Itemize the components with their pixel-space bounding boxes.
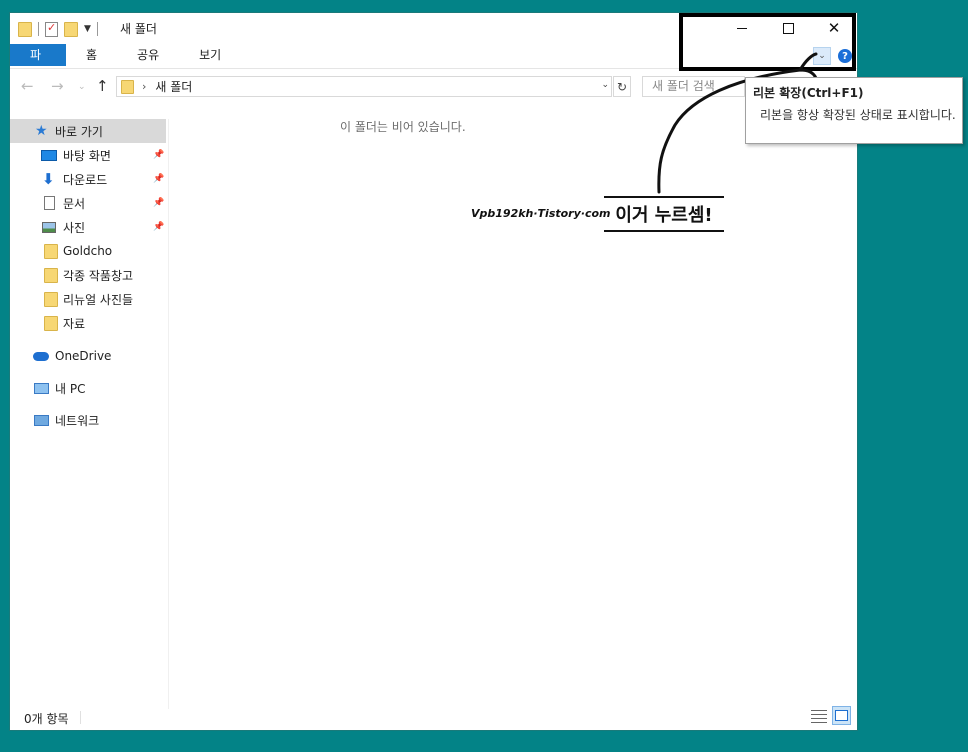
empty-folder-message: 이 폴더는 비어 있습니다. bbox=[340, 120, 466, 134]
folder-icon bbox=[18, 21, 32, 37]
ribbon-expand-tooltip: 리본 확장(Ctrl+F1) 리본을 항상 확장된 상태로 표시합니다. bbox=[745, 77, 963, 144]
up-arrow-icon[interactable]: ↑ bbox=[96, 77, 109, 95]
title-bar: ▼ 새 폴더 ✕ bbox=[10, 13, 857, 43]
pin-icon: 📌 bbox=[153, 150, 165, 160]
forward-arrow-icon[interactable]: → bbox=[51, 77, 64, 95]
sidebar-item-works[interactable]: 각종 작품창고 bbox=[10, 263, 166, 287]
sidebar-item-goldcho[interactable]: Goldcho bbox=[10, 239, 166, 263]
sidebar-item-downloads[interactable]: ⬇ 다운로드 📌 bbox=[10, 167, 166, 191]
watermark-text: Vpb192kh·Tistory·com bbox=[471, 207, 611, 220]
address-bar[interactable]: › 새 폴더 ⌄ bbox=[116, 76, 612, 97]
ribbon-tabs: 파일 홈 공유 보기 bbox=[10, 44, 241, 84]
cloud-icon bbox=[33, 351, 49, 361]
sidebar-item-this-pc[interactable]: 내 PC bbox=[10, 376, 166, 400]
pin-icon: 📌 bbox=[153, 222, 165, 232]
download-icon: ⬇ bbox=[42, 170, 55, 188]
pin-icon: 📌 bbox=[153, 174, 165, 184]
sidebar-item-label: 사진 bbox=[63, 220, 86, 235]
sidebar-item-materials[interactable]: 자료 bbox=[10, 311, 166, 335]
large-icons-icon bbox=[835, 710, 848, 721]
details-view-button[interactable] bbox=[811, 708, 827, 724]
sidebar-item-label: Goldcho bbox=[63, 244, 113, 258]
sidebar-item-network[interactable]: 네트워크 bbox=[10, 408, 166, 432]
breadcrumb[interactable]: 새 폴더 bbox=[155, 78, 192, 95]
maximize-button[interactable] bbox=[765, 13, 811, 43]
sidebar-item-pictures[interactable]: 사진 📌 bbox=[10, 215, 166, 239]
large-icons-view-button[interactable] bbox=[832, 706, 851, 725]
close-button[interactable]: ✕ bbox=[811, 13, 857, 43]
status-bar: 0개 항목 bbox=[10, 703, 857, 730]
refresh-button[interactable]: ↻ bbox=[613, 76, 631, 97]
expand-ribbon-button[interactable]: ⌄ bbox=[813, 47, 831, 65]
window-title: 새 폴더 bbox=[120, 22, 157, 36]
toolbar-separator bbox=[96, 22, 98, 36]
pc-icon bbox=[34, 382, 49, 394]
tooltip-title: 리본 확장(Ctrl+F1) bbox=[753, 86, 864, 100]
sidebar-item-label: 자료 bbox=[63, 316, 86, 331]
folder-icon bbox=[44, 243, 58, 259]
star-icon: ★ bbox=[35, 123, 48, 139]
ribbon-divider bbox=[10, 68, 857, 69]
tab-home[interactable]: 홈 bbox=[66, 44, 117, 66]
sidebar-item-label: 바로 가기 bbox=[55, 124, 103, 139]
address-dropdown-icon[interactable]: ⌄ bbox=[601, 80, 609, 90]
quick-access-toolbar: ▼ bbox=[18, 20, 98, 38]
sidebar-item-label: 각종 작품창고 bbox=[63, 268, 134, 283]
file-explorer-window: ▼ 새 폴더 ✕ 파일 홈 공유 보기 ⌄ ? ← → ⌄ ↑ › 새 폴더 ⌄… bbox=[10, 13, 857, 730]
sidebar-item-documents[interactable]: 문서 📌 bbox=[10, 191, 166, 215]
tab-file[interactable]: 파일 bbox=[10, 44, 66, 84]
properties-icon[interactable] bbox=[45, 21, 58, 37]
chevron-down-icon: ⌄ bbox=[818, 51, 826, 61]
annotation-callout: 이거 누르셈! bbox=[604, 196, 724, 232]
sidebar-item-desktop[interactable]: 바탕 화면 📌 bbox=[10, 143, 166, 167]
breadcrumb-chevron-icon[interactable]: › bbox=[142, 80, 146, 93]
sidebar-item-label: 문서 bbox=[63, 196, 86, 211]
document-icon bbox=[44, 196, 55, 210]
tooltip-description: 리본을 항상 확장된 상태로 표시합니다. bbox=[760, 108, 956, 122]
minimize-icon bbox=[737, 27, 747, 29]
desktop-icon bbox=[41, 149, 57, 161]
refresh-icon: ↻ bbox=[616, 79, 628, 94]
back-arrow-icon[interactable]: ← bbox=[21, 77, 34, 95]
network-icon bbox=[34, 414, 49, 426]
sidebar-item-onedrive[interactable]: OneDrive bbox=[10, 344, 166, 368]
maximize-icon bbox=[782, 22, 794, 34]
navigation-bar: ← → ⌄ ↑ › 새 폴더 ⌄ ↻ 새 폴더 검색 bbox=[10, 73, 857, 99]
navigation-pane: ★ 바로 가기 바탕 화면 📌 ⬇ 다운로드 📌 문서 📌 사진 📌 Goldc… bbox=[10, 119, 169, 709]
status-separator bbox=[80, 711, 81, 724]
item-count: 0개 항목 bbox=[24, 712, 69, 726]
new-folder-icon[interactable] bbox=[64, 21, 78, 37]
pin-icon: 📌 bbox=[153, 198, 165, 208]
sidebar-item-label: 내 PC bbox=[55, 381, 86, 396]
sidebar-item-quick-access[interactable]: ★ 바로 가기 bbox=[10, 119, 166, 143]
minimize-button[interactable] bbox=[719, 13, 765, 43]
tab-view[interactable]: 보기 bbox=[179, 44, 241, 66]
sidebar-item-label: 네트워크 bbox=[55, 413, 100, 428]
sidebar-item-renewal-photos[interactable]: 리뉴얼 사진들 bbox=[10, 287, 166, 311]
folder-icon bbox=[44, 291, 58, 307]
picture-icon bbox=[42, 221, 56, 233]
tab-share[interactable]: 공유 bbox=[117, 44, 179, 66]
close-icon: ✕ bbox=[827, 19, 841, 37]
search-input[interactable]: 새 폴더 검색 bbox=[642, 76, 745, 97]
folder-icon bbox=[121, 79, 134, 94]
customize-toolbar-dropdown-icon[interactable]: ▼ bbox=[84, 24, 91, 34]
sidebar-item-label: 리뉴얼 사진들 bbox=[63, 292, 134, 307]
sidebar-item-label: OneDrive bbox=[55, 349, 112, 363]
help-icon[interactable]: ? bbox=[838, 49, 852, 63]
folder-icon bbox=[44, 267, 58, 283]
recent-locations-icon[interactable]: ⌄ bbox=[78, 82, 86, 92]
sidebar-item-label: 다운로드 bbox=[63, 172, 108, 187]
toolbar-separator bbox=[38, 22, 39, 36]
sidebar-item-label: 바탕 화면 bbox=[63, 148, 111, 163]
folder-icon bbox=[44, 315, 58, 331]
